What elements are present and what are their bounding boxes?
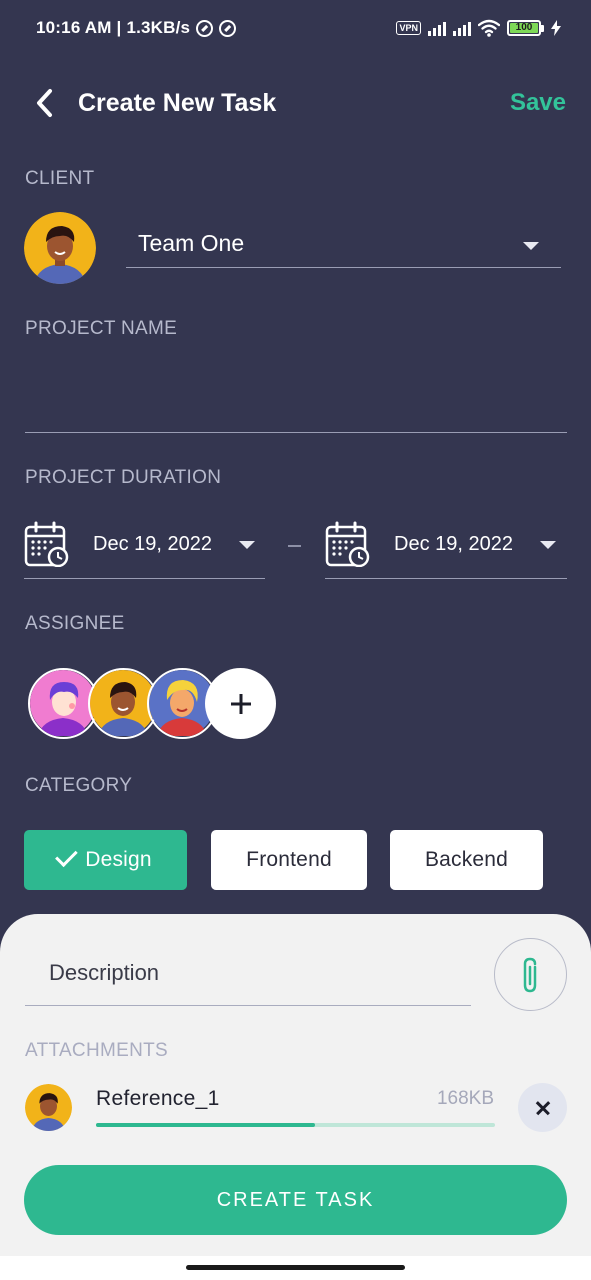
create-task-screen: 10:16 AM | 1.3KB/s VPN 100 Create New Ta… <box>0 0 591 1280</box>
category-chip-frontend[interactable]: Frontend <box>211 830 367 890</box>
end-date-value: Dec 19, 2022 <box>394 533 513 555</box>
attachment-progress <box>96 1123 495 1127</box>
paperclip-icon <box>523 957 537 993</box>
category-chip-label: Backend <box>424 848 509 871</box>
attachment-size: 168KB <box>436 1088 494 1109</box>
category-chip-backend[interactable]: Backend <box>390 830 543 890</box>
attachment-progress-fill <box>96 1123 316 1127</box>
start-date-picker[interactable]: Dec 19, 2022 <box>24 518 265 579</box>
project-duration-label: PROJECT DURATION <box>25 467 222 488</box>
vpn-icon: VPN <box>396 21 421 35</box>
person-avatar-icon <box>25 1084 72 1131</box>
chevron-down-icon <box>540 541 556 549</box>
start-date-value: Dec 19, 2022 <box>93 533 212 555</box>
back-button[interactable] <box>30 86 62 120</box>
check-icon <box>55 844 78 868</box>
sync-icon <box>196 19 214 37</box>
attachment-thumbnail <box>25 1084 72 1131</box>
status-time: 10:16 AM | 1.3KB/s <box>36 18 191 37</box>
wifi-icon <box>478 19 500 37</box>
person-avatar-icon <box>24 212 96 284</box>
attachments-label: ATTACHMENTS <box>25 1040 168 1061</box>
attach-button[interactable] <box>494 938 567 1011</box>
status-bar: 10:16 AM | 1.3KB/s VPN 100 <box>36 14 561 42</box>
signal-icon <box>453 20 471 36</box>
client-avatar[interactable] <box>24 212 96 284</box>
page-title: Create New Task <box>78 89 277 117</box>
signal-icon <box>428 20 446 36</box>
project-name-input[interactable] <box>25 360 567 433</box>
calendar-clock-icon <box>24 521 69 567</box>
home-indicator[interactable] <box>186 1265 405 1270</box>
client-selected-value: Team One <box>138 230 245 256</box>
project-name-label: PROJECT NAME <box>25 318 178 339</box>
category-label: CATEGORY <box>25 775 133 796</box>
category-chip-label: Design <box>85 848 152 871</box>
battery-level: 100 <box>510 23 538 33</box>
client-dropdown[interactable]: Team One <box>126 222 561 268</box>
description-placeholder: Description <box>49 960 160 985</box>
add-assignee-button[interactable] <box>205 668 276 739</box>
purple-hair-avatar-icon <box>30 670 96 736</box>
assignee-label: ASSIGNEE <box>25 613 125 634</box>
calendar-clock-icon <box>325 521 370 567</box>
client-label: CLIENT <box>25 168 95 189</box>
save-button[interactable]: Save <box>510 86 566 120</box>
charging-icon <box>551 20 561 36</box>
create-task-button[interactable]: CREATE TASK <box>24 1165 567 1235</box>
date-range-separator <box>288 545 301 547</box>
category-chip-design[interactable]: Design <box>24 830 187 890</box>
remove-attachment-button[interactable] <box>518 1083 567 1132</box>
chevron-down-icon <box>239 541 255 549</box>
chevron-down-icon <box>523 242 539 250</box>
description-input[interactable]: Description <box>25 940 471 1006</box>
sync-icon <box>219 19 237 37</box>
category-chip-label: Frontend <box>246 848 332 871</box>
end-date-picker[interactable]: Dec 19, 2022 <box>325 518 567 579</box>
attachment-name: Reference_1 <box>96 1087 220 1110</box>
battery-icon: 100 <box>507 20 544 36</box>
